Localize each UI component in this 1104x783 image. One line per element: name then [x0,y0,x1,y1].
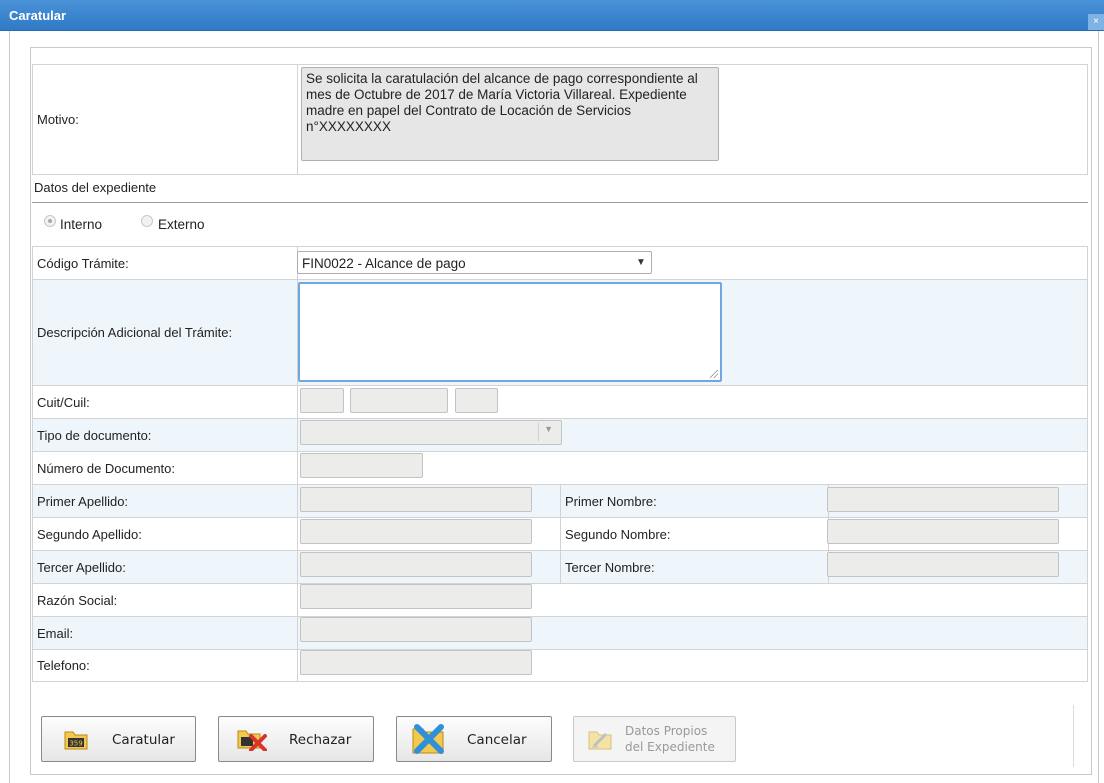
primer-apellido-label: Primer Apellido: [32,484,298,518]
window-title: Caratular [9,8,67,23]
cuit-label: Cuit/Cuil: [32,385,298,419]
rechazar-button[interactable]: Rechazar [218,716,374,762]
radio-externo[interactable] [141,215,153,227]
tipo-doc-label: Tipo de documento: [32,418,298,452]
section-title: Datos del expediente [34,180,157,195]
cancel-x-icon [412,724,444,754]
window-right-edge [1098,31,1104,783]
datos-propios-line2: del Expediente [625,740,715,754]
caratular-label: Caratular [112,732,175,748]
edit-folder-icon [588,731,612,750]
email-label: Email: [32,616,298,650]
descripcion-textarea[interactable] [298,282,722,382]
tercer-nombre-label: Tercer Nombre: [560,550,829,584]
tercer-apellido-field[interactable] [300,552,532,577]
datos-propios-line1: Datos Propios [625,724,708,738]
descripcion-label: Descripción Adicional del Trámite: [32,279,298,386]
cuit-suffix-field[interactable] [455,388,498,413]
folder-icon: 359 [64,731,88,750]
segundo-apellido-field[interactable] [300,519,532,544]
motivo-label: Motivo: [32,64,298,175]
motivo-text: Se solicita la caratulación del alcance … [301,67,719,161]
radio-interno[interactable] [44,215,56,227]
reject-folder-icon [237,730,267,751]
window-left-edge [0,31,10,783]
razon-social-label: Razón Social: [32,583,298,617]
codigo-tramite-value: FIN0022 - Alcance de pago [302,256,466,271]
numero-doc-field[interactable] [300,453,423,478]
primer-nombre-label: Primer Nombre: [560,484,829,518]
cancelar-button[interactable]: Cancelar [396,716,552,762]
radio-externo-label: Externo [158,217,205,232]
folder-badge-text: 359 [69,740,82,748]
codigo-tramite-label: Código Trámite: [32,246,298,280]
numero-doc-label: Número de Documento: [32,451,298,485]
cuit-prefix-field[interactable] [300,388,344,413]
cuit-number-field[interactable] [350,388,448,413]
close-icon[interactable]: × [1088,14,1104,30]
razon-social-field[interactable] [300,584,532,609]
codigo-tramite-select[interactable]: FIN0022 - Alcance de pago ▼ [297,251,652,274]
footer-divider [1073,705,1074,767]
tercer-nombre-field[interactable] [827,552,1059,577]
telefono-label: Telefono: [32,649,298,682]
window-titlebar: Caratular × [0,0,1104,31]
cancelar-label: Cancelar [467,732,527,748]
tipo-doc-select[interactable]: ▼ [300,420,562,445]
radio-interno-label: Interno [60,217,103,232]
resize-grip-icon[interactable] [710,370,718,378]
primer-nombre-field[interactable] [827,487,1059,512]
segundo-nombre-label: Segundo Nombre: [560,517,829,551]
primer-apellido-field[interactable] [300,487,532,512]
email-field[interactable] [300,617,532,642]
segundo-apellido-label: Segundo Apellido: [32,517,298,551]
rechazar-label: Rechazar [289,732,352,748]
chevron-down-icon[interactable]: ▼ [636,257,646,268]
datos-propios-button[interactable]: Datos Propios del Expediente [573,716,736,762]
caratular-button[interactable]: 359 Caratular [41,716,196,762]
telefono-field[interactable] [300,650,532,675]
segundo-nombre-field[interactable] [827,519,1059,544]
datos-propios-label: Datos Propios del Expediente [625,723,715,755]
chevron-down-icon[interactable]: ▼ [544,424,553,434]
tercer-apellido-label: Tercer Apellido: [32,550,298,584]
section-datos-expediente: Datos del expediente [32,180,1088,203]
